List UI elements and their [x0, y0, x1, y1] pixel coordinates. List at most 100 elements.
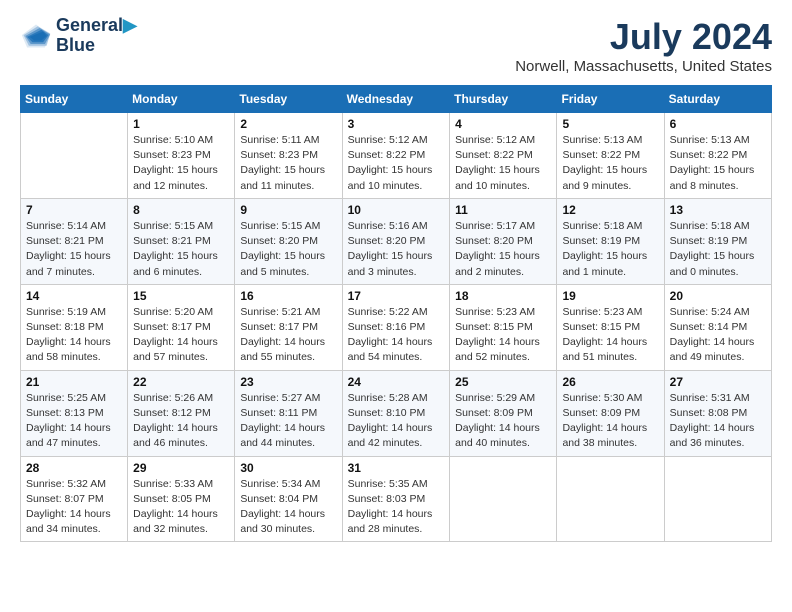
day-number: 27 — [670, 375, 766, 389]
calendar-cell: 4 Sunrise: 5:12 AM Sunset: 8:22 PM Daylig… — [450, 113, 557, 199]
calendar-cell: 6 Sunrise: 5:13 AM Sunset: 8:22 PM Daylig… — [664, 113, 771, 199]
calendar-cell: 16 Sunrise: 5:21 AM Sunset: 8:17 PM Dayli… — [235, 284, 342, 370]
logo: General▶ Blue — [20, 16, 137, 56]
calendar-header-tuesday: Tuesday — [235, 86, 342, 113]
day-info: Sunrise: 5:23 AM Sunset: 8:15 PM Dayligh… — [562, 305, 658, 366]
day-number: 21 — [26, 375, 122, 389]
day-number: 7 — [26, 203, 122, 217]
day-info: Sunrise: 5:33 AM Sunset: 8:05 PM Dayligh… — [133, 477, 229, 538]
day-number: 17 — [348, 289, 445, 303]
calendar-cell: 11 Sunrise: 5:17 AM Sunset: 8:20 PM Dayli… — [450, 198, 557, 284]
calendar-cell: 19 Sunrise: 5:23 AM Sunset: 8:15 PM Dayli… — [557, 284, 664, 370]
calendar-cell: 1 Sunrise: 5:10 AM Sunset: 8:23 PM Daylig… — [128, 113, 235, 199]
calendar-week-row: 21 Sunrise: 5:25 AM Sunset: 8:13 PM Dayli… — [21, 370, 772, 456]
calendar-week-row: 28 Sunrise: 5:32 AM Sunset: 8:07 PM Dayli… — [21, 456, 772, 542]
calendar-cell: 18Sunrise: 5:23 AM Sunset: 8:15 PM Dayli… — [450, 284, 557, 370]
calendar-week-row: 1 Sunrise: 5:10 AM Sunset: 8:23 PM Daylig… — [21, 113, 772, 199]
calendar-table: SundayMondayTuesdayWednesdayThursdayFrid… — [20, 85, 772, 542]
day-number: 20 — [670, 289, 766, 303]
day-info: Sunrise: 5:22 AM Sunset: 8:16 PM Dayligh… — [348, 305, 445, 366]
day-number: 29 — [133, 461, 229, 475]
logo-icon — [20, 22, 52, 50]
calendar-cell: 3Sunrise: 5:12 AM Sunset: 8:22 PM Daylig… — [342, 113, 450, 199]
day-info: Sunrise: 5:14 AM Sunset: 8:21 PM Dayligh… — [26, 219, 122, 280]
day-info: Sunrise: 5:34 AM Sunset: 8:04 PM Dayligh… — [240, 477, 336, 538]
calendar-cell: 8 Sunrise: 5:15 AM Sunset: 8:21 PM Daylig… — [128, 198, 235, 284]
day-number: 24 — [348, 375, 445, 389]
day-info: Sunrise: 5:19 AM Sunset: 8:18 PM Dayligh… — [26, 305, 122, 366]
day-info: Sunrise: 5:30 AM Sunset: 8:09 PM Dayligh… — [562, 391, 658, 452]
day-info: Sunrise: 5:26 AM Sunset: 8:12 PM Dayligh… — [133, 391, 229, 452]
calendar-cell: 12 Sunrise: 5:18 AM Sunset: 8:19 PM Dayli… — [557, 198, 664, 284]
day-info: Sunrise: 5:20 AM Sunset: 8:17 PM Dayligh… — [133, 305, 229, 366]
day-number: 9 — [240, 203, 336, 217]
calendar-cell: 7 Sunrise: 5:14 AM Sunset: 8:21 PM Daylig… — [21, 198, 128, 284]
day-info: Sunrise: 5:27 AM Sunset: 8:11 PM Dayligh… — [240, 391, 336, 452]
day-info: Sunrise: 5:25 AM Sunset: 8:13 PM Dayligh… — [26, 391, 122, 452]
day-number: 4 — [455, 117, 551, 131]
day-info: Sunrise: 5:28 AM Sunset: 8:10 PM Dayligh… — [348, 391, 445, 452]
day-number: 18 — [455, 289, 551, 303]
day-info: Sunrise: 5:31 AM Sunset: 8:08 PM Dayligh… — [670, 391, 766, 452]
day-info: Sunrise: 5:21 AM Sunset: 8:17 PM Dayligh… — [240, 305, 336, 366]
day-info: Sunrise: 5:17 AM Sunset: 8:20 PM Dayligh… — [455, 219, 551, 280]
day-number: 11 — [455, 203, 551, 217]
day-number: 28 — [26, 461, 122, 475]
day-number: 13 — [670, 203, 766, 217]
day-info: Sunrise: 5:18 AM Sunset: 8:19 PM Dayligh… — [562, 219, 658, 280]
day-number: 1 — [133, 117, 229, 131]
calendar-cell: 22Sunrise: 5:26 AM Sunset: 8:12 PM Dayli… — [128, 370, 235, 456]
day-number: 8 — [133, 203, 229, 217]
day-info: Sunrise: 5:32 AM Sunset: 8:07 PM Dayligh… — [26, 477, 122, 538]
day-number: 6 — [670, 117, 766, 131]
day-info: Sunrise: 5:18 AM Sunset: 8:19 PM Dayligh… — [670, 219, 766, 280]
day-info: Sunrise: 5:35 AM Sunset: 8:03 PM Dayligh… — [348, 477, 445, 538]
calendar-header-saturday: Saturday — [664, 86, 771, 113]
calendar-cell: 21 Sunrise: 5:25 AM Sunset: 8:13 PM Dayli… — [21, 370, 128, 456]
day-number: 12 — [562, 203, 658, 217]
calendar-cell: 13 Sunrise: 5:18 AM Sunset: 8:19 PM Dayli… — [664, 198, 771, 284]
calendar-cell: 28 Sunrise: 5:32 AM Sunset: 8:07 PM Dayli… — [21, 456, 128, 542]
logo-text: General▶ Blue — [56, 16, 137, 56]
calendar-header-wednesday: Wednesday — [342, 86, 450, 113]
day-info: Sunrise: 5:15 AM Sunset: 8:21 PM Dayligh… — [133, 219, 229, 280]
day-number: 31 — [348, 461, 445, 475]
calendar-cell: 5 Sunrise: 5:13 AM Sunset: 8:22 PM Daylig… — [557, 113, 664, 199]
calendar-cell: 14Sunrise: 5:19 AM Sunset: 8:18 PM Dayli… — [21, 284, 128, 370]
calendar-header-thursday: Thursday — [450, 86, 557, 113]
calendar-cell: 27 Sunrise: 5:31 AM Sunset: 8:08 PM Dayli… — [664, 370, 771, 456]
calendar-cell: 29 Sunrise: 5:33 AM Sunset: 8:05 PM Dayli… — [128, 456, 235, 542]
day-info: Sunrise: 5:13 AM Sunset: 8:22 PM Dayligh… — [562, 133, 658, 194]
day-info: Sunrise: 5:13 AM Sunset: 8:22 PM Dayligh… — [670, 133, 766, 194]
calendar-cell: 31 Sunrise: 5:35 AM Sunset: 8:03 PM Dayli… — [342, 456, 450, 542]
calendar-cell: 10 Sunrise: 5:16 AM Sunset: 8:20 PM Dayli… — [342, 198, 450, 284]
calendar-cell: 2 Sunrise: 5:11 AM Sunset: 8:23 PM Daylig… — [235, 113, 342, 199]
header: General▶ Blue July 2024 Norwell, Massach… — [20, 16, 772, 75]
calendar-cell: 24 Sunrise: 5:28 AM Sunset: 8:10 PM Dayli… — [342, 370, 450, 456]
calendar-cell: 17 Sunrise: 5:22 AM Sunset: 8:16 PM Dayli… — [342, 284, 450, 370]
calendar-week-row: 7 Sunrise: 5:14 AM Sunset: 8:21 PM Daylig… — [21, 198, 772, 284]
calendar-cell: 9Sunrise: 5:15 AM Sunset: 8:20 PM Daylig… — [235, 198, 342, 284]
day-number: 25 — [455, 375, 551, 389]
calendar-cell: 20Sunrise: 5:24 AM Sunset: 8:14 PM Dayli… — [664, 284, 771, 370]
day-info: Sunrise: 5:12 AM Sunset: 8:22 PM Dayligh… — [455, 133, 551, 194]
day-number: 23 — [240, 375, 336, 389]
calendar-cell: 30Sunrise: 5:34 AM Sunset: 8:04 PM Dayli… — [235, 456, 342, 542]
day-info: Sunrise: 5:16 AM Sunset: 8:20 PM Dayligh… — [348, 219, 445, 280]
calendar-cell — [664, 456, 771, 542]
calendar-header-friday: Friday — [557, 86, 664, 113]
calendar-cell: 15 Sunrise: 5:20 AM Sunset: 8:17 PM Dayli… — [128, 284, 235, 370]
calendar-cell — [21, 113, 128, 199]
day-number: 5 — [562, 117, 658, 131]
day-info: Sunrise: 5:12 AM Sunset: 8:22 PM Dayligh… — [348, 133, 445, 194]
calendar-cell — [557, 456, 664, 542]
title-area: July 2024 Norwell, Massachusetts, United… — [515, 16, 772, 75]
day-info: Sunrise: 5:11 AM Sunset: 8:23 PM Dayligh… — [240, 133, 336, 194]
day-number: 19 — [562, 289, 658, 303]
day-number: 2 — [240, 117, 336, 131]
day-number: 16 — [240, 289, 336, 303]
day-number: 15 — [133, 289, 229, 303]
subtitle: Norwell, Massachusetts, United States — [515, 58, 772, 75]
day-number: 10 — [348, 203, 445, 217]
day-info: Sunrise: 5:10 AM Sunset: 8:23 PM Dayligh… — [133, 133, 229, 194]
